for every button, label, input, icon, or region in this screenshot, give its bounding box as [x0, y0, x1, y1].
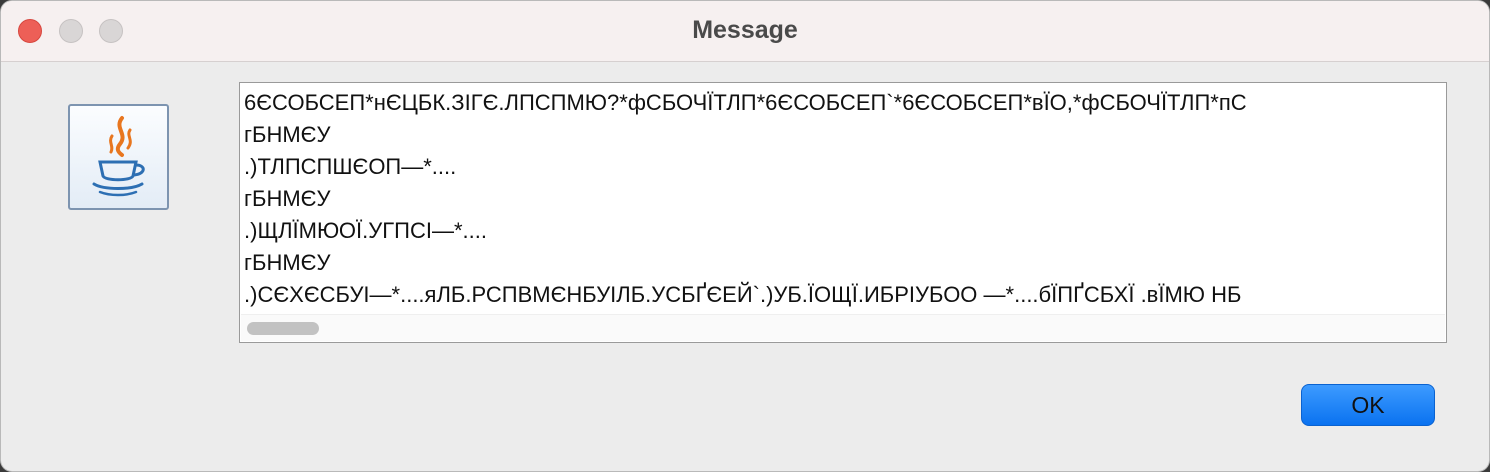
java-coffee-cup-icon: [68, 104, 169, 210]
message-line: гБНМЄУ: [244, 186, 331, 211]
horizontal-scrollbar[interactable]: [241, 314, 1445, 341]
message-text-panel: 6ЄСОБСЕП*нЄЦБК.ЗІГЄ.ЛПСПМЮ?*фСБОЧЇТЛП*6Є…: [239, 82, 1447, 343]
message-dialog: Message 6ЄСОБСЕП*нЄЦБК.ЗІГЄ.ЛПСПМЮ?*фСБО…: [0, 0, 1490, 472]
message-line: .)ТЛПСПШЄОП—*....: [244, 154, 457, 179]
message-line: гБНМЄУ: [244, 122, 331, 147]
message-text-area[interactable]: 6ЄСОБСЕП*нЄЦБК.ЗІГЄ.ЛПСПМЮ?*фСБОЧЇТЛП*6Є…: [244, 87, 1440, 309]
ok-button[interactable]: OK: [1301, 384, 1435, 426]
message-line: .)СЄХЄСБУІ—*....яЛБ.РСПВМЄНБУІЛБ.УСБҐЄЕЙ…: [244, 282, 1242, 307]
window-title: Message: [692, 16, 798, 44]
message-line: гБНМЄУ: [244, 250, 331, 275]
horizontal-scrollbar-thumb[interactable]: [247, 322, 319, 335]
title-bar[interactable]: Message: [1, 1, 1489, 62]
message-line: 6ЄСОБСЕП*нЄЦБК.ЗІГЄ.ЛПСПМЮ?*фСБОЧЇТЛП*6Є…: [244, 90, 1247, 115]
message-line: .)ЩЛЇМЮОЇ.УГПСІ—*....: [244, 218, 487, 243]
